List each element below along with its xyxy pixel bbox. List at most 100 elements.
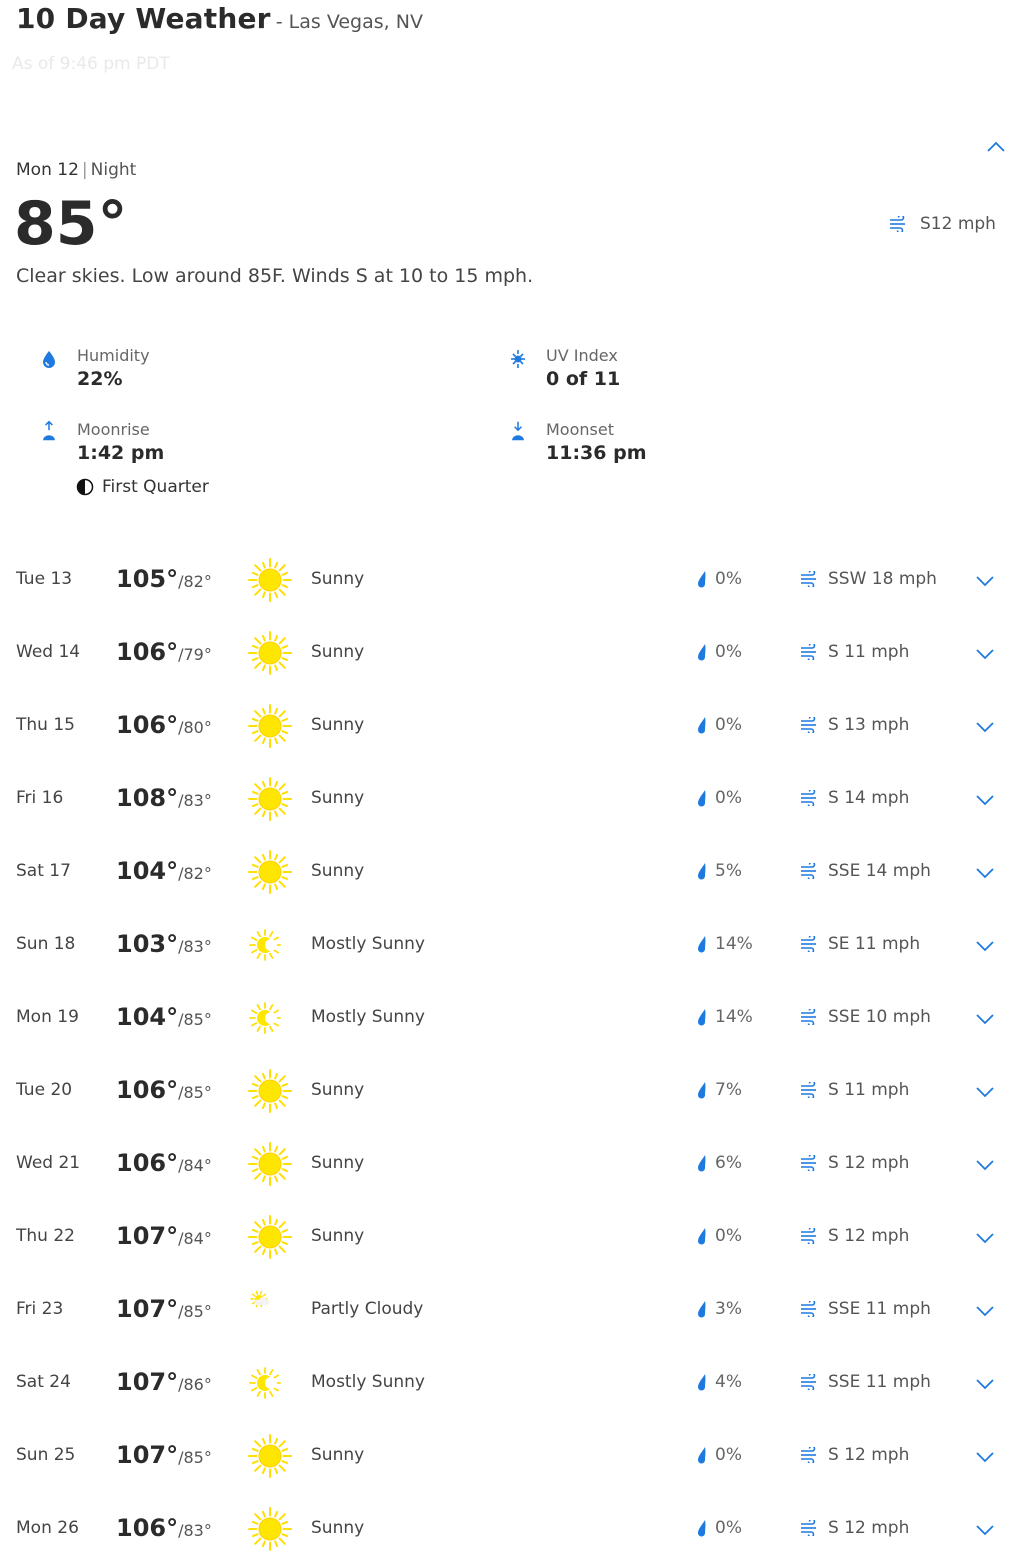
partly-cloudy-icon	[250, 1290, 269, 1308]
moon-phase: First Quarter	[76, 477, 209, 497]
row-wind: SSE 11 mph	[799, 1372, 931, 1392]
row-wind: SSE 14 mph	[799, 861, 931, 881]
daily-forecast-row[interactable]: Thu 22 107°/84° Sunny 0% S 12 mph	[0, 1200, 1017, 1273]
chevron-down-icon[interactable]	[975, 1305, 995, 1317]
wind-icon	[801, 1447, 816, 1463]
chevron-down-icon[interactable]	[975, 794, 995, 806]
chevron-down-icon[interactable]	[975, 575, 995, 587]
wind-icon	[801, 717, 816, 733]
chevron-down-icon[interactable]	[975, 1524, 995, 1536]
daily-forecast-row[interactable]: Wed 21 106°/84° Sunny 6% S 12 mph	[0, 1127, 1017, 1200]
humidity-icon	[43, 351, 55, 368]
chevron-down-icon[interactable]	[975, 867, 995, 879]
row-precip: 0%	[696, 788, 742, 808]
moonset-detail: Moonset 11:36 pm	[546, 420, 647, 464]
row-day: Fri 16	[16, 788, 64, 808]
row-low-temp: /83°	[178, 1521, 212, 1540]
row-low-temp: /79°	[178, 645, 212, 664]
chevron-up-icon[interactable]	[985, 138, 1007, 156]
row-day: Sat 17	[16, 861, 71, 881]
chevron-down-icon[interactable]	[975, 721, 995, 733]
chevron-down-icon[interactable]	[975, 1451, 995, 1463]
row-condition: Mostly Sunny	[311, 1372, 425, 1392]
uv-index-icon	[511, 350, 525, 368]
chevron-down-icon[interactable]	[975, 1159, 995, 1171]
row-condition-icon	[247, 1141, 293, 1187]
uv-index-detail: UV Index 0 of 11	[546, 346, 620, 390]
daily-forecast-row[interactable]: Sun 18 103°/83° Mostly Sunny 14% SE 11 m…	[0, 908, 1017, 981]
row-condition: Sunny	[311, 1153, 365, 1173]
row-wind-value: S 14 mph	[828, 788, 910, 808]
row-high-temp: 103°	[116, 930, 179, 958]
moonrise-value: 1:42 pm	[77, 442, 165, 464]
row-precip-value: 14%	[715, 934, 753, 954]
precip-drop-icon	[698, 936, 706, 953]
row-high-temp: 106°	[116, 1149, 179, 1177]
row-precip: 3%	[696, 1299, 742, 1319]
precip-drop-icon	[698, 1155, 706, 1172]
daily-forecast-row[interactable]: Mon 26 106°/83° Sunny 0% S 12 mph	[0, 1492, 1017, 1565]
daily-forecast-row[interactable]: Fri 16 108°/83° Sunny 0% S 14 mph	[0, 762, 1017, 835]
row-low-temp: /85°	[178, 1448, 212, 1467]
row-wind-value: SSE 11 mph	[828, 1299, 931, 1319]
row-precip-value: 0%	[715, 715, 742, 735]
row-precip: 5%	[696, 861, 742, 881]
row-temps: 103°/83°	[116, 930, 212, 958]
row-wind-value: S 12 mph	[828, 1518, 910, 1538]
chevron-down-icon[interactable]	[975, 1378, 995, 1390]
row-high-temp: 104°	[116, 1003, 179, 1031]
precip-drop-icon	[698, 790, 706, 807]
row-wind-value: SSW 18 mph	[828, 569, 937, 589]
daily-forecast-row[interactable]: Sat 24 107°/86° Mostly Sunny 4% SSE 11 m…	[0, 1346, 1017, 1419]
row-wind-value: SSE 11 mph	[828, 1372, 931, 1392]
sunny-icon	[248, 777, 292, 821]
row-day: Thu 15	[16, 715, 75, 735]
daily-forecast-row[interactable]: Sat 17 104°/82° Sunny 5% SSE 14 mph	[0, 835, 1017, 908]
chevron-down-icon[interactable]	[975, 1013, 995, 1025]
row-day: Sun 18	[16, 934, 76, 954]
row-wind-value: S 12 mph	[828, 1153, 910, 1173]
daily-forecast-row[interactable]: Sun 25 107°/85° Sunny 0% S 12 mph	[0, 1419, 1017, 1492]
sunny-icon	[248, 850, 292, 894]
current-wind-value: S12 mph	[920, 214, 996, 234]
row-high-temp: 106°	[116, 1514, 179, 1542]
daily-forecast-row[interactable]: Thu 15 106°/80° Sunny 0% S 13 mph	[0, 689, 1017, 762]
row-low-temp: /86°	[178, 1375, 212, 1394]
wind-icon	[801, 1228, 816, 1244]
daily-forecast-row[interactable]: Mon 19 104°/85° Mostly Sunny 14% SSE 10 …	[0, 981, 1017, 1054]
row-precip-value: 0%	[715, 1226, 742, 1246]
row-wind-value: S 13 mph	[828, 715, 910, 735]
location-label: - Las Vegas, NV	[275, 11, 423, 33]
daily-forecast-row[interactable]: Tue 13 105°/82° Sunny 0% SSW 18 mph	[0, 543, 1017, 616]
row-precip: 0%	[696, 642, 742, 662]
row-day: Mon 19	[16, 1007, 79, 1027]
row-condition: Sunny	[311, 1226, 365, 1246]
moonset-value: 11:36 pm	[546, 442, 647, 464]
mostly-sunny-icon	[249, 929, 281, 961]
sunny-icon	[248, 1069, 292, 1113]
wind-icon	[801, 1301, 816, 1317]
row-day: Tue 20	[16, 1080, 73, 1100]
row-wind: S 12 mph	[799, 1445, 909, 1465]
page-title: 10 Day Weather	[16, 2, 271, 35]
daily-forecast-row[interactable]: Wed 14 106°/79° Sunny 0% S 11 mph	[0, 616, 1017, 689]
chevron-down-icon[interactable]	[975, 940, 995, 952]
sunny-icon	[248, 631, 292, 675]
precip-drop-icon	[698, 1301, 706, 1318]
row-condition-icon	[247, 922, 293, 968]
row-condition: Sunny	[311, 1518, 365, 1538]
chevron-down-icon[interactable]	[975, 1232, 995, 1244]
row-precip: 0%	[696, 715, 742, 735]
chevron-down-icon[interactable]	[975, 648, 995, 660]
precip-drop-icon	[698, 1447, 706, 1464]
row-wind-value: S 11 mph	[828, 1080, 910, 1100]
daily-forecast-row[interactable]: Tue 20 106°/85° Sunny 7% S 11 mph	[0, 1054, 1017, 1127]
row-precip-value: 3%	[715, 1299, 742, 1319]
row-precip: 0%	[696, 1518, 742, 1538]
daily-forecast-row[interactable]: Fri 23 107°/85° Partly Cloudy 3% SSE 11 …	[0, 1273, 1017, 1346]
row-condition-icon	[247, 1214, 293, 1260]
row-precip: 0%	[696, 1445, 742, 1465]
chevron-down-icon[interactable]	[975, 1086, 995, 1098]
precip-drop-icon	[698, 863, 706, 880]
wind-icon	[801, 1520, 816, 1536]
